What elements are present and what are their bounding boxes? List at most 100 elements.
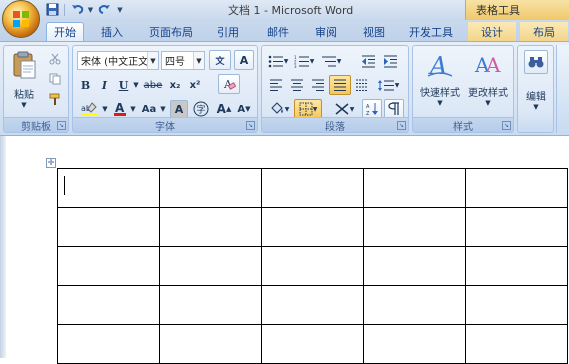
table-cell[interactable] xyxy=(465,285,568,325)
borders-button[interactable]: ▼ xyxy=(294,99,322,119)
table-cell[interactable] xyxy=(57,168,160,208)
increase-indent-button[interactable] xyxy=(380,52,400,70)
highlight-button[interactable]: ab xyxy=(77,100,101,118)
tab-table-layout[interactable]: 布局 xyxy=(520,22,568,41)
table-row xyxy=(57,168,568,208)
font-size-combo[interactable]: 四号 ▼ xyxy=(161,51,205,70)
table-cell[interactable] xyxy=(261,246,364,286)
paste-button[interactable]: 粘贴 ▼ xyxy=(8,50,40,109)
justify-icon xyxy=(334,79,346,91)
italic-button[interactable]: I xyxy=(96,76,113,94)
table-cell[interactable] xyxy=(159,246,262,286)
character-shading-button[interactable]: A xyxy=(170,100,188,118)
table-cell[interactable] xyxy=(261,207,364,247)
paste-icon xyxy=(13,51,36,79)
table-cell[interactable] xyxy=(465,168,568,208)
change-styles-button[interactable]: A A 更改样式 ▼ xyxy=(465,50,511,107)
copy-button[interactable] xyxy=(46,70,64,88)
tab-home[interactable]: 开始 xyxy=(46,22,84,41)
distributed-button[interactable] xyxy=(352,76,372,94)
chevron-down-icon: ▼ xyxy=(485,99,491,107)
table-move-handle-icon[interactable]: ✛ xyxy=(46,158,56,168)
dialog-launcher-icon[interactable]: ↘ xyxy=(502,121,511,130)
clear-formatting-button[interactable]: A xyxy=(218,74,240,94)
strikethrough-button[interactable]: abe xyxy=(142,76,164,94)
tab-view[interactable]: 视图 xyxy=(354,22,394,41)
bold-button[interactable]: B xyxy=(77,76,94,94)
chevron-down-icon[interactable]: ▼ xyxy=(193,52,204,69)
customize-quick-access-icon[interactable]: ▼ xyxy=(114,2,126,18)
chinese-layout-button[interactable]: ▼ xyxy=(330,100,358,118)
table-cell[interactable] xyxy=(465,246,568,286)
table-cell[interactable] xyxy=(57,285,160,325)
tab-references[interactable]: 引用 xyxy=(208,22,248,41)
superscript-button[interactable]: x² xyxy=(186,76,204,94)
table-cell[interactable] xyxy=(261,285,364,325)
decrease-indent-button[interactable] xyxy=(358,52,378,70)
show-marks-button[interactable] xyxy=(384,99,404,119)
phonetic-guide-button[interactable]: 文 xyxy=(209,50,231,70)
undo-icon[interactable] xyxy=(69,2,85,18)
change-case-button[interactable]: Aa xyxy=(139,100,159,118)
align-right-button[interactable] xyxy=(308,76,328,94)
format-painter-button[interactable] xyxy=(46,90,64,108)
redo-icon[interactable] xyxy=(96,2,112,18)
quick-styles-label: 快速样式 xyxy=(420,88,460,99)
shrink-font-button[interactable]: A ▼ xyxy=(235,100,253,118)
align-center-button[interactable] xyxy=(287,76,307,94)
tab-developer[interactable]: 开发工具 xyxy=(402,22,460,41)
font-name-combo[interactable]: 宋体 (中文正文 ▼ xyxy=(77,51,159,70)
bullets-button[interactable]: ▼ xyxy=(266,52,290,70)
editing-button[interactable]: 编辑 ▼ xyxy=(520,50,552,111)
paragraph-group: ▼ 123 ▼ ▼ ▼ ▼ ▼ ▼ A Z 段落 ↘ xyxy=(261,45,409,133)
table-cell[interactable] xyxy=(57,246,160,286)
table-cell[interactable] xyxy=(261,168,364,208)
table-cell[interactable] xyxy=(363,246,466,286)
table-cell[interactable] xyxy=(57,207,160,247)
table-cell[interactable] xyxy=(159,168,262,208)
table-cell[interactable] xyxy=(159,285,262,325)
table-cell[interactable] xyxy=(363,207,466,247)
dialog-launcher-icon[interactable]: ↘ xyxy=(246,121,255,130)
dialog-launcher-icon[interactable]: ↘ xyxy=(57,121,66,130)
office-button[interactable] xyxy=(2,0,40,38)
numbering-button[interactable]: 123 ▼ xyxy=(292,52,316,70)
shading-button[interactable]: ▼ xyxy=(266,100,292,118)
tab-page-layout[interactable]: 页面布局 xyxy=(142,22,200,41)
tab-table-design[interactable]: 设计 xyxy=(468,22,516,41)
font-color-button[interactable]: A xyxy=(111,100,129,118)
table-cell[interactable] xyxy=(363,285,466,325)
quick-styles-button[interactable]: A 快速样式 ▼ xyxy=(417,50,463,107)
sort-button[interactable]: AZ xyxy=(362,99,382,119)
line-spacing-button[interactable]: ▼ xyxy=(374,76,402,94)
enclose-characters-button[interactable]: 字 xyxy=(191,100,211,118)
save-icon[interactable] xyxy=(44,2,60,18)
svg-text:字: 字 xyxy=(197,104,206,116)
underline-dropdown[interactable]: ▼ xyxy=(132,76,140,94)
highlight-dropdown[interactable]: ▼ xyxy=(101,100,109,118)
table-cell[interactable] xyxy=(363,168,466,208)
underline-button[interactable]: U xyxy=(115,76,132,94)
styles-group: A 快速样式 ▼ A A 更改样式 ▼ 样式 ↘ xyxy=(412,45,514,133)
tab-insert[interactable]: 插入 xyxy=(92,22,132,41)
chevron-down-icon[interactable]: ▼ xyxy=(147,52,158,69)
justify-button[interactable] xyxy=(329,75,351,95)
cut-button[interactable] xyxy=(46,50,64,68)
change-case-dropdown[interactable]: ▼ xyxy=(159,100,167,118)
subscript-button[interactable]: x₂ xyxy=(166,76,184,94)
table-cell[interactable] xyxy=(465,207,568,247)
table-cell[interactable] xyxy=(159,207,262,247)
font-color-dropdown[interactable]: ▼ xyxy=(129,100,137,118)
align-left-button[interactable] xyxy=(266,76,286,94)
document-table[interactable] xyxy=(57,168,568,364)
tab-review[interactable]: 审阅 xyxy=(306,22,346,41)
styles-group-label: 样式 ↘ xyxy=(413,117,513,133)
align-center-icon xyxy=(291,79,303,91)
dropdown-arrow-icon[interactable]: ▼ xyxy=(87,2,94,18)
multilevel-list-button[interactable]: ▼ xyxy=(318,52,344,70)
tab-mailings[interactable]: 邮件 xyxy=(258,22,298,41)
grow-font-button[interactable]: A ▲ xyxy=(215,100,233,118)
dialog-launcher-icon[interactable]: ↘ xyxy=(397,121,406,130)
character-border-button[interactable]: A xyxy=(234,50,254,70)
align-left-icon xyxy=(270,79,282,91)
